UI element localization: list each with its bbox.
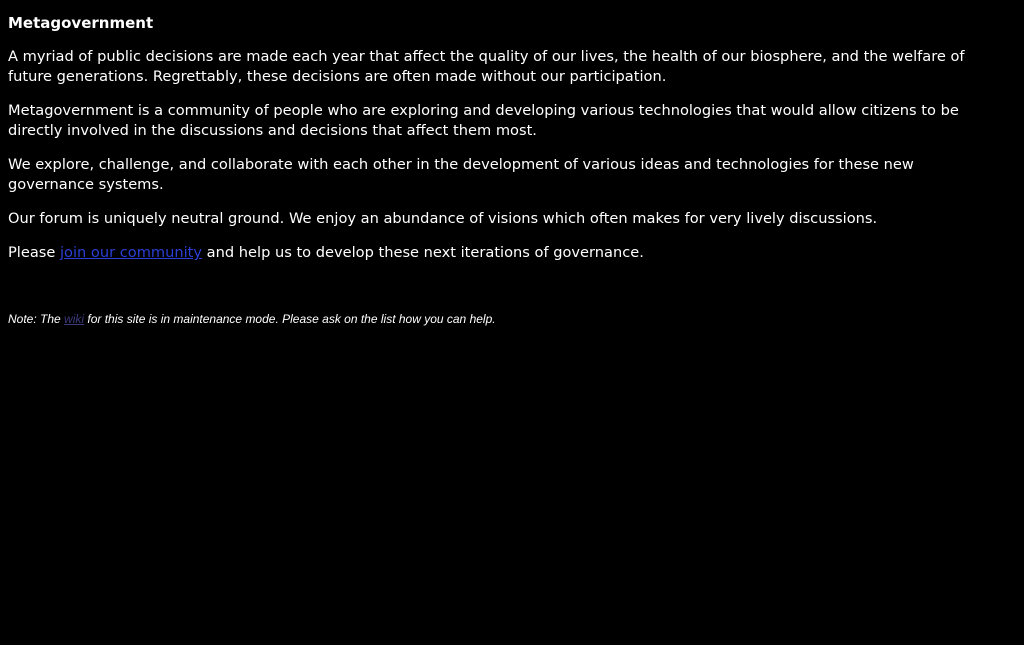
wiki-link[interactable]: wiki — [64, 312, 84, 326]
collaborate-paragraph: We explore, challenge, and collaborate w… — [8, 156, 914, 193]
cta-text-after: and help us to develop these next iterat… — [202, 244, 644, 261]
note-text-after: for this site is in maintenance mode. Pl… — [84, 312, 496, 326]
page-content: Metagovernment A myriad of public decisi… — [0, 0, 1008, 327]
maintenance-note: Note: The wiki for this site is in maint… — [8, 311, 1000, 327]
join-community-link[interactable]: join our community — [60, 244, 202, 261]
community-paragraph: Metagovernment is a community of people … — [8, 102, 959, 139]
forum-paragraph: Our forum is uniquely neutral ground. We… — [8, 210, 878, 227]
page-title: Metagovernment — [8, 14, 154, 32]
note-text-before: Note: The — [8, 312, 65, 326]
cta-paragraph: Please join our community and help us to… — [8, 243, 1000, 263]
intro-paragraph: A myriad of public decisions are made ea… — [8, 48, 965, 85]
cta-text-before: Please — [8, 244, 60, 261]
